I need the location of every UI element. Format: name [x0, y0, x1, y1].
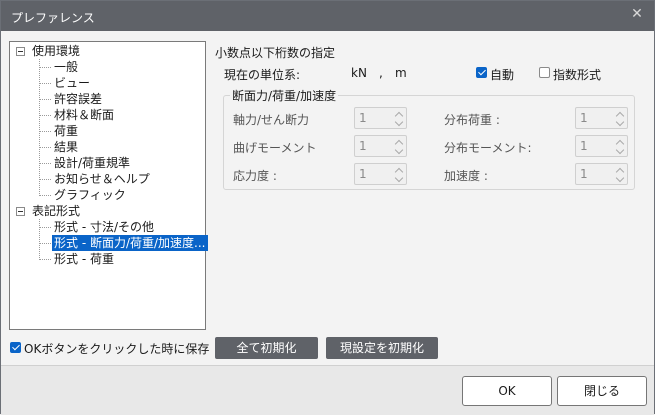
- preferences-dialog: プレファレンス ✕ 使用環境 一般 ビュー 許容誤差 材料＆断面 荷重 結果 設…: [0, 0, 655, 415]
- auto-label: 自動: [490, 68, 515, 82]
- axial-shear-spinner[interactable]: 1: [354, 107, 407, 129]
- spin-down-icon[interactable]: [395, 175, 403, 183]
- tree-group-notation[interactable]: 表記形式: [32, 203, 80, 219]
- spin-down-icon[interactable]: [616, 147, 624, 155]
- unit-separator: ,: [379, 66, 383, 80]
- tree-item-design-code[interactable]: 設計/荷重規準: [54, 155, 130, 171]
- tree-item-view[interactable]: ビュー: [54, 75, 90, 91]
- acceleration-label: 加速度 :: [444, 169, 488, 183]
- unit-system-label: 現在の単位系:: [224, 68, 301, 82]
- tree-item-tolerance[interactable]: 許容誤差: [54, 91, 102, 107]
- exponent-checkbox[interactable]: [539, 67, 550, 78]
- ok-button[interactable]: OK: [462, 376, 552, 406]
- tree-group-environment[interactable]: 使用環境: [32, 43, 80, 59]
- distributed-moment-label: 分布モーメント:: [444, 141, 532, 155]
- bending-moment-value: 1: [359, 139, 367, 153]
- title-bar: プレファレンス ✕: [1, 1, 654, 31]
- tree-item-load[interactable]: 荷重: [54, 123, 78, 139]
- distributed-moment-value: 1: [580, 139, 588, 153]
- tree-item-general[interactable]: 一般: [54, 59, 78, 75]
- distributed-load-label: 分布荷重 :: [444, 113, 500, 127]
- axial-shear-value: 1: [359, 111, 367, 125]
- tree-item-format-dimension[interactable]: 形式 - 寸法/その他: [54, 219, 154, 235]
- tree-item-results[interactable]: 結果: [54, 139, 78, 155]
- category-tree: 使用環境 一般 ビュー 許容誤差 材料＆断面 荷重 結果 設計/荷重規準 お知ら…: [9, 41, 208, 330]
- bending-moment-label: 曲げモーメント: [233, 141, 317, 155]
- tree-item-news-help[interactable]: お知らせ＆ヘルプ: [54, 171, 150, 187]
- unit-force: kN: [351, 66, 367, 80]
- distributed-load-value: 1: [580, 111, 588, 125]
- collapse-icon[interactable]: [16, 207, 25, 216]
- stress-value: 1: [359, 167, 367, 181]
- bending-moment-spinner[interactable]: 1: [354, 135, 407, 157]
- unit-length: m: [395, 66, 407, 80]
- section-title: 小数点以下桁数の指定: [215, 46, 336, 60]
- reset-current-button[interactable]: 現設定を初期化: [326, 337, 438, 359]
- tree-item-graphics[interactable]: グラフィック: [54, 187, 126, 203]
- tree-item-format-force[interactable]: 形式 - 断面力/荷重/加速度...: [52, 235, 208, 251]
- save-on-ok-checkbox[interactable]: [10, 342, 21, 353]
- tree-item-material-section[interactable]: 材料＆断面: [54, 107, 114, 123]
- distributed-moment-spinner[interactable]: 1: [575, 135, 628, 157]
- collapse-icon[interactable]: [16, 47, 25, 56]
- spin-down-icon[interactable]: [395, 147, 403, 155]
- stress-spinner[interactable]: 1: [354, 163, 407, 185]
- tree-item-format-load[interactable]: 形式 - 荷重: [54, 251, 114, 267]
- acceleration-value: 1: [580, 167, 588, 181]
- distributed-load-spinner[interactable]: 1: [575, 107, 628, 129]
- axial-shear-label: 軸力/せん断力: [233, 113, 310, 127]
- force-group-title: 断面力/荷重/加速度: [230, 87, 339, 104]
- dialog-footer: OK 閉じる: [1, 365, 654, 415]
- save-on-ok-label: OKボタンをクリックした時に保存: [24, 342, 210, 356]
- reset-all-button[interactable]: 全て初期化: [215, 337, 318, 359]
- auto-checkbox[interactable]: [476, 67, 487, 78]
- stress-label: 応力度 :: [233, 169, 277, 183]
- exponent-label: 指数形式: [553, 68, 602, 82]
- spin-down-icon[interactable]: [395, 119, 403, 127]
- close-button[interactable]: 閉じる: [557, 376, 647, 406]
- acceleration-spinner[interactable]: 1: [575, 163, 628, 185]
- window-title: プレファレンス: [11, 11, 95, 25]
- spin-down-icon[interactable]: [616, 119, 624, 127]
- spin-down-icon[interactable]: [616, 175, 624, 183]
- close-icon[interactable]: ✕: [630, 7, 644, 21]
